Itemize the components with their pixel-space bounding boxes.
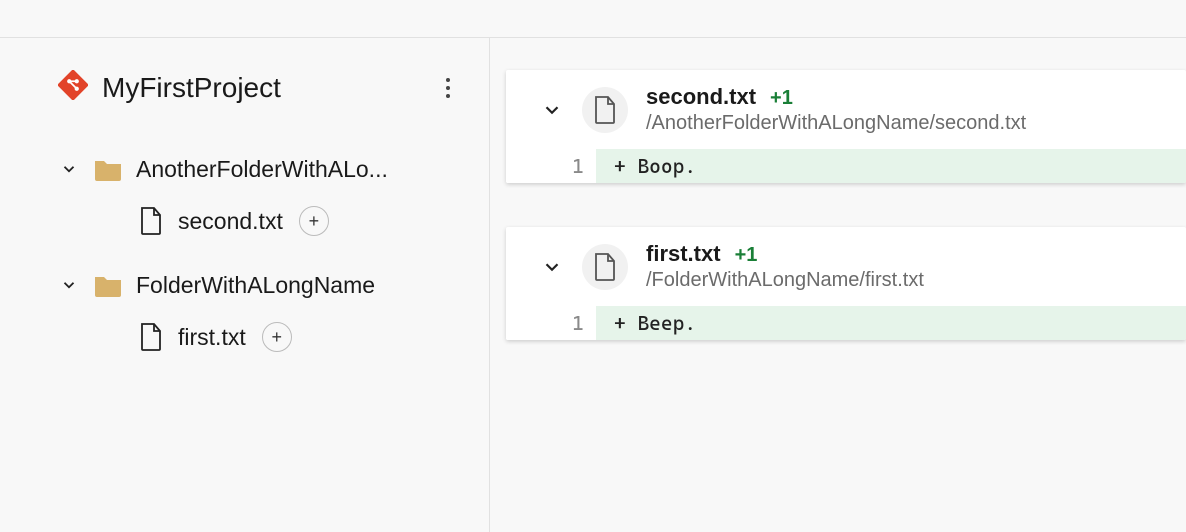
diff-panel: second.txt +1 /AnotherFolderWithALongNam… [490, 38, 1186, 532]
diff-filename: second.txt [646, 84, 756, 110]
top-strip [0, 0, 1186, 38]
sidebar: MyFirstProject AnotherFolderWithALo... [0, 38, 490, 532]
git-icon [58, 70, 88, 105]
added-badge: + [299, 206, 329, 236]
tree-file-label: second.txt [178, 208, 283, 235]
diff-line: 1 + Beep. [506, 306, 1186, 340]
folder-icon [94, 273, 122, 297]
tree-folder-label: FolderWithALongName [136, 272, 375, 299]
file-icon [140, 323, 164, 351]
diff-card-titles: first.txt +1 /FolderWithALongName/first.… [646, 241, 924, 292]
diff-delta: +1 [735, 244, 758, 267]
file-icon [582, 244, 628, 290]
diff-card: second.txt +1 /AnotherFolderWithALongNam… [506, 70, 1186, 183]
diff-card-titles: second.txt +1 /AnotherFolderWithALongNam… [646, 84, 1026, 135]
diff-line: 1 + Boop. [506, 149, 1186, 183]
diff-card-header[interactable]: first.txt +1 /FolderWithALongName/first.… [506, 227, 1186, 306]
project-menu-button[interactable] [435, 75, 461, 101]
file-tree: AnotherFolderWithALo... second.txt + Fol… [0, 145, 489, 361]
diff-path: /AnotherFolderWithALongName/second.txt [646, 112, 1026, 135]
chevron-down-icon [540, 255, 564, 279]
file-icon [582, 87, 628, 133]
file-icon [140, 207, 164, 235]
diff-line-number: 1 [506, 306, 596, 340]
chevron-down-icon [58, 158, 80, 180]
diff-line-content: + Beep. [596, 306, 1186, 340]
diff-delta: +1 [770, 87, 793, 110]
tree-folder-label: AnotherFolderWithALo... [136, 156, 388, 183]
project-title: MyFirstProject [102, 72, 421, 104]
diff-line-content: + Boop. [596, 149, 1186, 183]
chevron-down-icon [540, 98, 564, 122]
main-layout: MyFirstProject AnotherFolderWithALo... [0, 38, 1186, 532]
diff-card-header[interactable]: second.txt +1 /AnotherFolderWithALongNam… [506, 70, 1186, 149]
diff-card: first.txt +1 /FolderWithALongName/first.… [506, 227, 1186, 340]
tree-folder[interactable]: AnotherFolderWithALo... [0, 145, 489, 193]
tree-folder[interactable]: FolderWithALongName [0, 261, 489, 309]
diff-filename: first.txt [646, 241, 721, 267]
added-badge: + [262, 322, 292, 352]
diff-path: /FolderWithALongName/first.txt [646, 269, 924, 292]
tree-file[interactable]: second.txt + [0, 197, 489, 245]
tree-file-label: first.txt [178, 324, 246, 351]
diff-line-number: 1 [506, 149, 596, 183]
folder-icon [94, 157, 122, 181]
tree-file[interactable]: first.txt + [0, 313, 489, 361]
chevron-down-icon [58, 274, 80, 296]
project-header: MyFirstProject [0, 66, 489, 109]
